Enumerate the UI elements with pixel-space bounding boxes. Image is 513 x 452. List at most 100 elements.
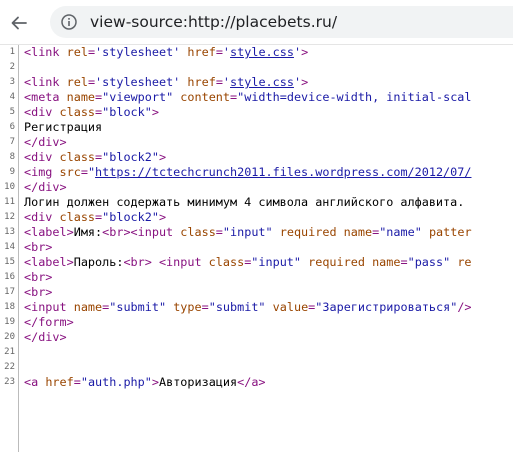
tag-token: <label> (24, 225, 74, 239)
tag-token: <link (24, 75, 67, 89)
line-code: </form> (24, 315, 74, 330)
text-token: Пароль: (73, 255, 124, 269)
source-line: 14 <br> (0, 240, 513, 255)
line-number: 5 (9, 107, 15, 117)
attribute-token: class (59, 150, 96, 164)
value-token: "block2" (102, 150, 159, 164)
line-code: <meta name="viewport" content="width=dev… (24, 90, 472, 105)
tag-token: <input (24, 300, 74, 314)
tag-token: = (80, 165, 88, 179)
source-line: 11 Логин должен содержать минимум 4 симво… (0, 195, 513, 210)
address-bar[interactable]: view-source:http://placebets.ru/ (50, 6, 513, 38)
source-line: 16 <br> (0, 270, 513, 285)
line-code: <a href="auth.php">Авторизация</a> (24, 375, 266, 390)
source-line: 15 <label>Пароль:<br> <input class = "input… (0, 255, 513, 270)
value-token: "input" (251, 255, 302, 269)
line-code: </div> (24, 135, 67, 150)
attribute-token: href (187, 45, 216, 59)
value-token: "Зарегистрироваться" (315, 300, 458, 314)
line-number: 19 (4, 317, 15, 327)
line-number: 20 (4, 332, 15, 342)
source-line: 1 <link rel='stylesheet' href='style.css'… (0, 45, 513, 60)
source-link[interactable]: style.css (230, 75, 294, 89)
line-number: 16 (4, 272, 15, 282)
source-line: 8 <div class="block2"> (0, 150, 513, 165)
tag-token: </div> (24, 135, 67, 149)
line-number: 15 (4, 257, 15, 267)
text-token: Логин должен содержать минимум 4 символа… (24, 195, 465, 209)
tag-token: /> (457, 300, 472, 314)
tag-token: <a (24, 375, 46, 389)
line-code: <div class="block2"> (24, 210, 166, 225)
tag-token: = (87, 45, 96, 59)
attribute-token: class (180, 225, 216, 239)
tag-token (273, 225, 280, 239)
line-code: <br> (24, 285, 52, 300)
attribute-token: type (173, 300, 202, 314)
line-code: <label>Имя:<br><input class="input" requ… (24, 225, 472, 240)
view-source-content: 1 <link rel='stylesheet' href='style.css'… (0, 45, 513, 452)
tag-token: = (400, 255, 408, 269)
line-number: 4 (9, 92, 15, 102)
line-number: 10 (4, 182, 15, 192)
tag-token (365, 255, 372, 269)
source-line: 12 <div class="block2"> (0, 210, 513, 225)
value-token: ' (222, 45, 231, 59)
line-number: 3 (9, 77, 15, 87)
tag-token: <br> (24, 270, 53, 284)
line-number: 14 (4, 242, 15, 252)
line-number: 6 (9, 122, 15, 132)
line-code: <input name="submit" type="submit" value… (24, 300, 472, 315)
source-link[interactable]: style.css (230, 45, 294, 59)
value-token: "viewport" (102, 90, 174, 104)
tag-token: = (87, 75, 96, 89)
line-number: 12 (4, 212, 15, 222)
line-code: <link rel='stylesheet' href='style.css'> (24, 75, 308, 90)
attribute-token: class (59, 105, 96, 119)
tag-token: > (158, 150, 167, 164)
back-button[interactable] (6, 10, 32, 36)
text-token: Имя: (73, 225, 103, 239)
address-url[interactable]: view-source:http://placebets.ru/ (90, 6, 337, 38)
value-token: "auth.php" (80, 375, 152, 389)
source-line: 23 <a href="auth.php">Авторизация</a> (0, 375, 513, 390)
line-number: 22 (4, 362, 15, 372)
tag-token: <link (24, 45, 67, 59)
line-number: 13 (4, 227, 15, 237)
attribute-token: required (279, 225, 337, 239)
line-code: <img src="https://tctechcrunch2011.files… (24, 165, 471, 180)
source-line: 17 <br> (0, 285, 513, 300)
tag-token (422, 225, 429, 239)
line-code: <div class="block2"> (24, 150, 166, 165)
tag-token: </a> (237, 375, 266, 389)
value-token: "submit" (208, 300, 266, 314)
line-code: Регистрация (24, 120, 102, 135)
text-token: Регистрация (24, 120, 103, 134)
tag-token: </form> (24, 315, 74, 329)
line-number: 2 (9, 62, 15, 72)
source-line: 18 <input name="submit" type="submit" val… (0, 300, 513, 315)
attribute-token: content (180, 90, 231, 104)
value-token: ' (293, 75, 302, 89)
attribute-token: name (372, 255, 401, 269)
info-icon[interactable] (60, 13, 78, 31)
tag-token: <div (24, 150, 60, 164)
tag-token: <label> (24, 255, 74, 269)
line-number: 9 (9, 167, 15, 177)
source-line: 4 <meta name="viewport" content="width=de… (0, 90, 513, 105)
browser-toolbar: view-source:http://placebets.ru/ (0, 0, 513, 44)
attribute-token: href (187, 75, 216, 89)
tag-token: </div> (24, 330, 67, 344)
tag-token: <br> <input (123, 255, 209, 269)
attribute-token: re (457, 255, 472, 269)
source-link[interactable]: https://tctechcrunch2011.files.wordpress… (95, 165, 471, 179)
value-token: "name" (379, 225, 422, 239)
line-number: 18 (4, 302, 15, 312)
attribute-token: src (59, 165, 81, 179)
text-token: Авторизация (158, 375, 238, 389)
attribute-token: name (73, 300, 103, 314)
line-number: 17 (4, 287, 15, 297)
line-code: </div> (24, 330, 67, 345)
source-line: 21 (0, 345, 513, 360)
line-number: 7 (9, 137, 15, 147)
